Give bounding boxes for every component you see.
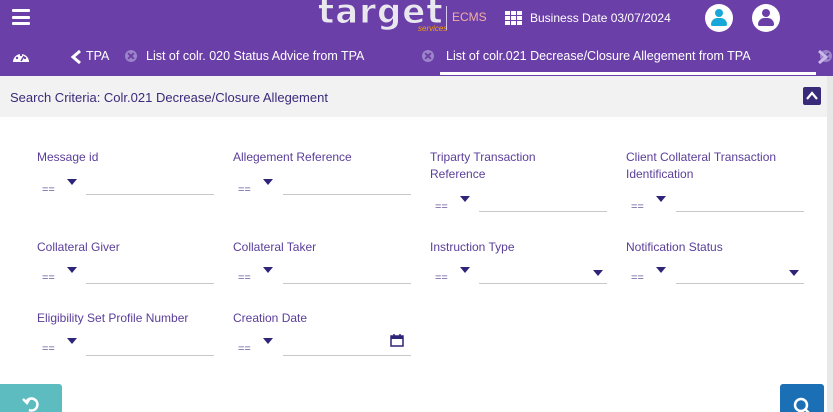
collateral-giver-input[interactable] (86, 264, 214, 284)
triparty-reference-input[interactable] (479, 192, 607, 212)
target-logo: target services (318, 0, 448, 36)
message-id-operator[interactable]: == (42, 184, 55, 196)
collateral-giver-operator[interactable]: == (42, 272, 55, 284)
chevron-right-icon[interactable] (815, 50, 829, 64)
scrollbar[interactable] (827, 76, 833, 412)
caret-down-icon[interactable] (67, 338, 77, 344)
creation-date-operator[interactable]: == (238, 343, 251, 355)
tab-tpa[interactable]: TPA (86, 36, 109, 76)
creation-date-label: Creation Date (233, 311, 308, 325)
message-id-input[interactable] (86, 175, 214, 195)
tab-colr020[interactable]: List of colr. 020 Status Advice from TPA (146, 36, 364, 76)
collateral-taker-operator[interactable]: == (238, 272, 251, 284)
chevron-up-icon (806, 91, 818, 100)
search-button[interactable] (780, 384, 824, 412)
user-icon[interactable] (705, 4, 733, 32)
tab-colr021[interactable]: List of colr.021 Decrease/Closure Allege… (446, 36, 751, 76)
triparty-reference-operator[interactable]: == (435, 201, 448, 213)
chevron-left-icon[interactable] (70, 50, 84, 64)
collateral-taker-input[interactable] (283, 264, 411, 284)
search-icon (793, 397, 810, 412)
tab-label: List of colr. 020 Status Advice from TPA (146, 49, 365, 63)
tab-label: TPA (86, 49, 110, 63)
top-bar: target services ECMS Business Date 03/07… (0, 0, 833, 36)
tab-bar: TPA List of colr. 020 Status Advice from… (0, 36, 833, 76)
allegement-reference-operator[interactable]: == (238, 184, 251, 196)
notification-status-select[interactable] (676, 264, 804, 284)
caret-down-icon[interactable] (67, 179, 77, 185)
search-criteria-panel: Search Criteria: Colr.021 Decrease/Closu… (0, 76, 833, 412)
active-tab-indicator (440, 72, 816, 75)
caret-down-icon[interactable] (460, 267, 470, 273)
grid-icon[interactable] (505, 11, 522, 25)
eligibility-set-profile-number-label: Eligibility Set Profile Number (37, 311, 189, 325)
panel-header: Search Criteria: Colr.021 Decrease/Closu… (0, 76, 833, 117)
notification-status-label: Notification Status (626, 240, 723, 254)
caret-down-icon[interactable] (460, 196, 470, 202)
app-name: ECMS (452, 10, 487, 24)
logo-sub: services (418, 24, 448, 33)
eligibility-set-input[interactable] (86, 336, 214, 356)
caret-down-icon[interactable] (263, 267, 273, 273)
allegement-reference-label: Allegement Reference (233, 150, 352, 164)
close-icon[interactable] (125, 50, 137, 62)
client-collateral-id-operator[interactable]: == (631, 201, 644, 213)
business-date: Business Date 03/07/2024 (530, 11, 671, 25)
client-collateral-id-input[interactable] (676, 192, 804, 212)
eligibility-set-operator[interactable]: == (42, 343, 55, 355)
instruction-type-operator[interactable]: == (435, 272, 448, 284)
notification-status-operator[interactable]: == (631, 272, 644, 284)
undo-icon (22, 397, 39, 412)
caret-down-icon[interactable] (593, 270, 603, 276)
calendar-icon[interactable] (390, 334, 404, 347)
caret-down-icon[interactable] (263, 338, 273, 344)
caret-down-icon[interactable] (656, 267, 666, 273)
reset-button[interactable] (0, 384, 62, 412)
gauge-icon[interactable] (12, 49, 30, 63)
profile-icon[interactable] (752, 4, 780, 32)
message-id-label: Message id (37, 150, 99, 164)
caret-down-icon[interactable] (789, 270, 799, 276)
close-icon[interactable] (422, 50, 434, 62)
caret-down-icon[interactable] (656, 196, 666, 202)
collateral-giver-label: Collateral Giver (37, 240, 120, 254)
caret-down-icon[interactable] (263, 179, 273, 185)
client-collateral-transaction-id-label: Client Collateral Transaction Identifica… (626, 150, 777, 181)
collapse-button[interactable] (803, 87, 821, 105)
instruction-type-label: Instruction Type (430, 240, 515, 254)
tab-label: List of colr.021 Decrease/Closure Allege… (446, 49, 751, 63)
panel-title: Search Criteria: Colr.021 Decrease/Closu… (10, 90, 328, 105)
caret-down-icon[interactable] (67, 267, 77, 273)
triparty-transaction-reference-label: Triparty Transaction Reference (430, 150, 536, 181)
collateral-taker-label: Collateral Taker (233, 240, 317, 254)
logo-separator (446, 6, 447, 30)
instruction-type-select[interactable] (479, 264, 607, 284)
allegement-reference-input[interactable] (283, 175, 411, 195)
hamburger-icon[interactable] (12, 9, 30, 25)
